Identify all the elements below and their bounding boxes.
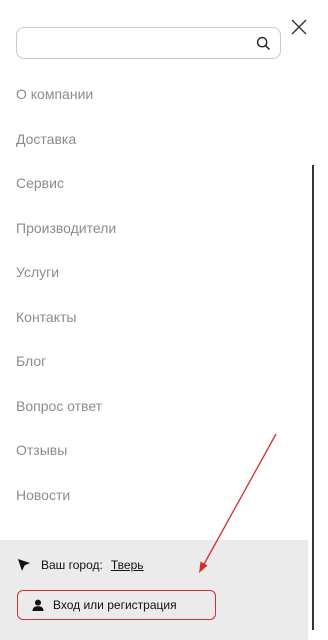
search-input[interactable] [27,33,253,55]
menu-item-services[interactable]: Услуги [16,258,286,303]
city-selector: Ваш город: Тверь [17,556,144,574]
user-icon [32,599,44,611]
cursor-arrow-icon [18,559,30,571]
menu-item-reviews[interactable]: Отзывы [16,436,286,481]
menu-item-news[interactable]: Новости [16,481,286,526]
city-label: Ваш город: [41,558,103,572]
menu-item-faq[interactable]: Вопрос ответ [16,392,286,437]
menu-item-delivery[interactable]: Доставка [16,125,286,170]
nav-menu: О компании Доставка Сервис Производители… [16,80,286,525]
search-icon[interactable] [256,36,271,51]
scrollbar[interactable] [312,165,314,630]
menu-item-service[interactable]: Сервис [16,169,286,214]
close-icon [291,19,307,35]
city-link[interactable]: Тверь [111,558,144,572]
menu-item-manufacturers[interactable]: Производители [16,214,286,259]
menu-item-blog[interactable]: Блог [16,347,286,392]
close-button[interactable] [290,18,308,36]
menu-item-about[interactable]: О компании [16,80,286,125]
search-box [16,27,281,59]
login-button[interactable]: Вход или регистрация [17,590,216,620]
menu-item-contacts[interactable]: Контакты [16,303,286,348]
login-label: Вход или регистрация [53,598,177,612]
